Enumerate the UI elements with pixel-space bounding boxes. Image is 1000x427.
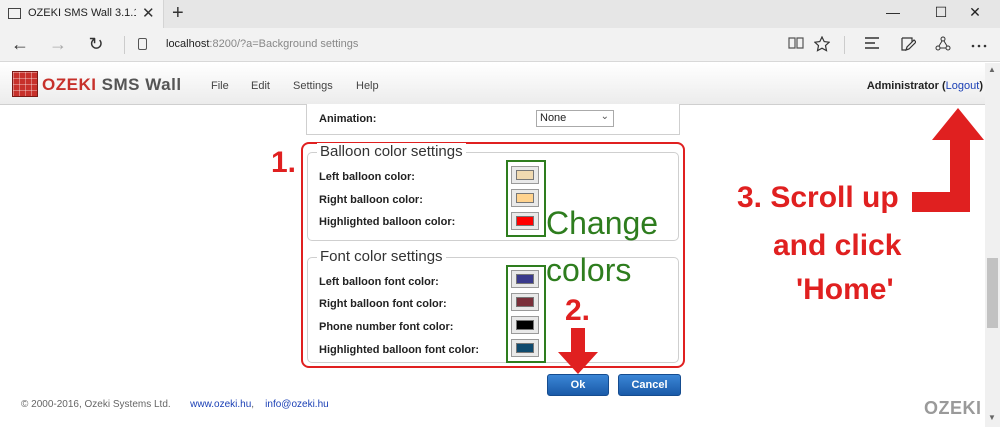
reading-view-icon[interactable] (785, 36, 807, 55)
highlighted-balloon-font-color-picker[interactable] (511, 339, 539, 357)
left-balloon-font-color-label: Left balloon font color: (319, 276, 439, 288)
divider (124, 36, 125, 54)
annotation-change-line1: Change (546, 205, 659, 241)
swatch-fill (516, 320, 534, 330)
left-balloon-color-label: Left balloon color: (319, 171, 415, 183)
annotation-step-2: 2. (565, 294, 591, 327)
annotation-step-1: 1. (271, 146, 297, 179)
highlighted-balloon-font-color-label: Highlighted balloon font color: (319, 344, 480, 356)
right-balloon-font-color-picker[interactable] (511, 293, 539, 311)
email-link[interactable]: info@ozeki.hu (265, 399, 329, 410)
swatch-fill (516, 274, 534, 284)
user-info: Administrator (Logout) (866, 80, 983, 92)
swatch-fill (516, 216, 534, 226)
highlighted-balloon-color-label: Highlighted balloon color: (319, 216, 456, 228)
more-icon[interactable] (968, 36, 990, 54)
swatch-fill (516, 297, 534, 307)
url-path: :8200/?a=Background settings (209, 38, 359, 50)
scroll-up-icon[interactable]: ▲ (988, 65, 996, 74)
ozeki-logo-icon (12, 71, 38, 97)
animation-label: Animation: (319, 113, 377, 125)
highlighted-balloon-color-picker[interactable] (511, 212, 539, 230)
url-field[interactable]: localhost:8200/?a=Background settings (166, 38, 358, 50)
share-icon[interactable] (932, 36, 954, 57)
favorite-star-icon[interactable] (811, 35, 833, 57)
close-window-button[interactable]: ✕ (960, 4, 990, 21)
app-header: OZEKI SMS Wall File Edit Settings Help A… (0, 63, 985, 105)
web-note-icon[interactable] (897, 36, 919, 57)
logo-sub: SMS Wall (96, 75, 182, 94)
username: Administrator (866, 80, 939, 92)
page-icon (8, 8, 21, 19)
footer-brand: OZEKI (924, 398, 982, 418)
phone-number-font-color-label: Phone number font color: (319, 321, 454, 333)
font-color-title: Font color settings (317, 248, 446, 265)
hub-icon[interactable] (861, 36, 883, 55)
down-arrow-icon (558, 328, 598, 374)
footer: © 2000-2016, Ozeki Systems Ltd. www.ozek… (21, 399, 329, 410)
menu-settings[interactable]: Settings (293, 80, 333, 92)
phone-number-font-color-picker[interactable] (511, 316, 539, 334)
left-balloon-color-picker[interactable] (511, 166, 539, 184)
chevron-down-icon: ⌄ (600, 111, 609, 122)
back-button[interactable]: ← (8, 34, 32, 55)
right-balloon-color-picker[interactable] (511, 189, 539, 207)
swatch-fill (516, 170, 534, 180)
right-balloon-color-label: Right balloon color: (319, 194, 423, 206)
website-link[interactable]: www.ozeki.hu (190, 399, 251, 410)
annotation-change-line2: colors (546, 252, 632, 288)
ok-button[interactable]: Ok (547, 374, 609, 396)
annotation-step-3-line2: and click (773, 229, 902, 262)
cancel-button[interactable]: Cancel (618, 374, 681, 396)
copyright-text: © 2000-2016, Ozeki Systems Ltd. (21, 399, 171, 410)
up-arrow-icon (912, 108, 984, 212)
maximize-button[interactable]: ☐ (926, 4, 956, 21)
right-balloon-font-color-label: Right balloon font color: (319, 298, 447, 310)
address-bar: ← → ↻ localhost:8200/?a=Background setti… (0, 28, 1000, 62)
url-host: localhost (166, 38, 210, 50)
annotation-step-3-line1: 3. Scroll up (737, 181, 899, 214)
annotation-step-3-line3: 'Home' (796, 273, 894, 306)
annotation-green-frame (506, 160, 546, 237)
divider (844, 36, 845, 54)
menu-help[interactable]: Help (356, 80, 379, 92)
forward-button[interactable]: → (46, 34, 70, 55)
logout-link[interactable]: Logout (946, 80, 980, 92)
logo-main: OZEKI (42, 75, 97, 94)
menu-edit[interactable]: Edit (251, 80, 270, 92)
scroll-down-icon[interactable]: ▼ (988, 413, 996, 422)
new-tab-button[interactable]: + (172, 2, 184, 25)
animation-select[interactable]: None ⌄ (536, 110, 614, 127)
lock-icon (138, 38, 147, 50)
page-scrollbar[interactable]: ▲ ▼ (985, 63, 1000, 427)
animation-settings: Animation: None ⌄ (306, 104, 680, 135)
swatch-fill (516, 343, 534, 353)
browser-tab-bar: OZEKI SMS Wall 3.1.1 (1 ✕ + — ☐ ✕ (0, 0, 1000, 28)
browser-tab[interactable]: OZEKI SMS Wall 3.1.1 (1 ✕ (0, 0, 164, 28)
scroll-thumb[interactable] (987, 258, 998, 328)
animation-value: None (540, 112, 567, 124)
annotation-green-frame (506, 265, 546, 363)
refresh-button[interactable]: ↻ (84, 34, 108, 55)
app-logo: OZEKI SMS Wall (42, 75, 182, 95)
minimize-button[interactable]: — (878, 4, 908, 20)
balloon-color-title: Balloon color settings (317, 143, 466, 160)
menu-file[interactable]: File (211, 80, 229, 92)
left-balloon-font-color-picker[interactable] (511, 270, 539, 288)
tab-title: OZEKI SMS Wall 3.1.1 (1 (28, 7, 136, 19)
close-tab-icon[interactable]: ✕ (142, 4, 155, 22)
swatch-fill (516, 193, 534, 203)
